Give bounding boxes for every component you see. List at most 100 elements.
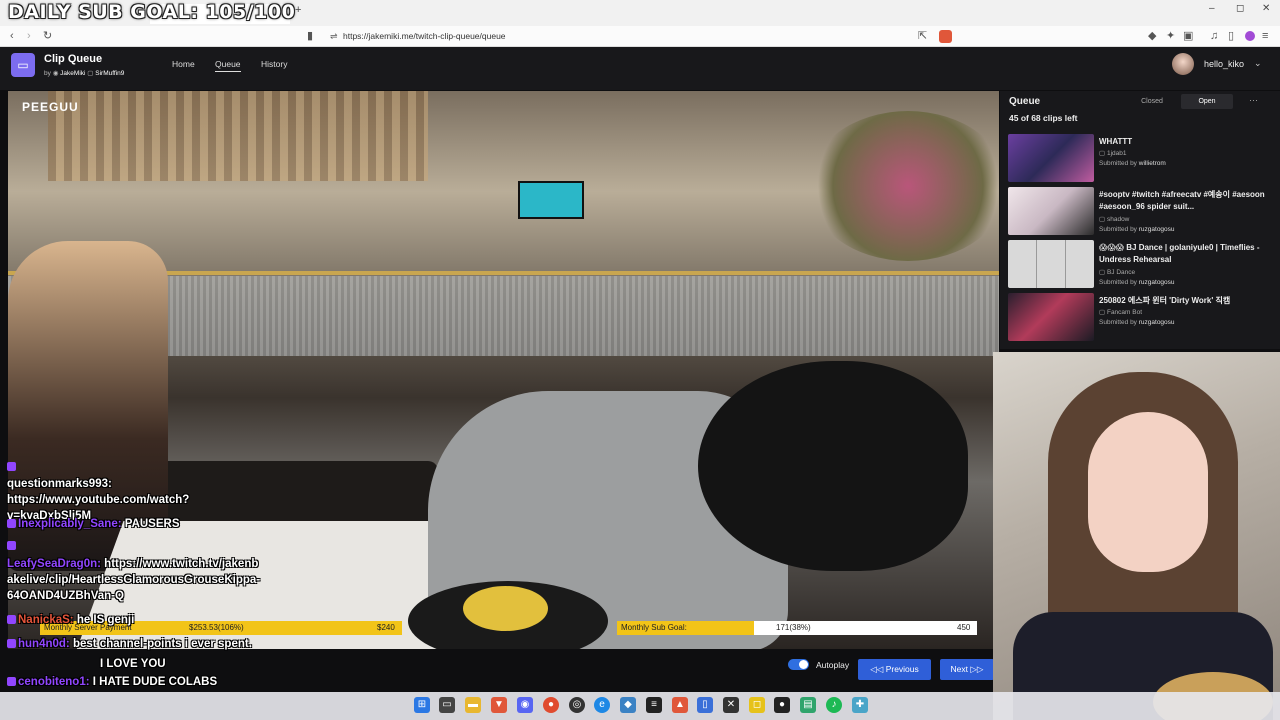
obs-icon[interactable]: ◎ bbox=[569, 697, 585, 713]
brave-icon[interactable]: ▲ bbox=[672, 697, 688, 713]
chat-username: LeafySeaDrag0n: bbox=[7, 558, 101, 570]
extensions-puzzle-icon[interactable]: ✦ bbox=[1166, 26, 1175, 47]
brave-browser-icon[interactable]: ▼ bbox=[491, 697, 507, 713]
app-icon[interactable]: ✕ bbox=[723, 697, 739, 713]
author-link[interactable]: JakeMiki bbox=[60, 70, 85, 77]
queue-item[interactable]: #sooptv #twitch #afreecatv #예송이 #aesoon … bbox=[1008, 187, 1270, 237]
chat-message: LeafySeaDrag0n: https://www.twitch.tv/ja… bbox=[7, 556, 262, 604]
queue-item[interactable]: 😱😱😱 BJ Dance | golaniyule0 | Timeflies -… bbox=[1008, 240, 1270, 290]
app-icon[interactable]: ◆ bbox=[620, 697, 636, 713]
sub-goal-label: Monthly Sub Goal: bbox=[621, 623, 687, 632]
more-options-icon[interactable]: ··· bbox=[1249, 95, 1258, 105]
minimize-button[interactable]: – bbox=[1209, 3, 1215, 14]
queue-item[interactable]: WHATTT ▢ 1jdab1 Submitted by willietrom bbox=[1008, 134, 1270, 184]
clip-title: 250802 에스파 윈터 'Dirty Work' 직캠 bbox=[1099, 296, 1231, 305]
author-link[interactable]: SirMuffin9 bbox=[95, 70, 124, 77]
nav-queue[interactable]: Queue bbox=[215, 59, 241, 72]
channel-icon: ▢ bbox=[1099, 216, 1106, 223]
previous-button[interactable]: ◁◁ Previous bbox=[858, 659, 931, 680]
app-icon[interactable]: ● bbox=[774, 697, 790, 713]
extension-icon[interactable]: ◆ bbox=[1148, 26, 1156, 47]
chat-message: hun4n0d: best channel-points i ever spen… bbox=[7, 636, 262, 652]
music-icon[interactable]: ♫ bbox=[1210, 26, 1218, 47]
nav-history[interactable]: History bbox=[261, 59, 287, 69]
submitter-name: ruzgatogosu bbox=[1138, 319, 1175, 326]
chat-message: I LOVE YOU bbox=[100, 656, 355, 672]
twitch-badge-icon bbox=[7, 462, 16, 472]
clips-left-count: 45 of 68 clips left bbox=[1009, 113, 1078, 123]
streamer-facecam bbox=[993, 352, 1280, 720]
discord-icon[interactable]: ◉ bbox=[517, 697, 533, 713]
twitch-badge-icon bbox=[7, 615, 16, 625]
clip-channel: ▢ 1jdab1 bbox=[1099, 149, 1127, 157]
file-explorer-icon[interactable]: ▬ bbox=[465, 697, 481, 713]
app-icon[interactable]: ✚ bbox=[852, 697, 868, 713]
next-label: Next bbox=[950, 664, 969, 674]
submitter-name: willietrom bbox=[1138, 160, 1166, 167]
chat-message: Inexplicably_Sane: PAUSERS bbox=[7, 516, 262, 532]
chat-message: NanickaS: he IS genji bbox=[7, 612, 262, 628]
clip-submitter: Submitted by willietrom bbox=[1099, 160, 1166, 167]
fast-forward-icon: ▷▷ bbox=[970, 664, 984, 674]
forward-arrow-icon[interactable]: › bbox=[27, 26, 31, 47]
clip-channel: ▢ Fancam Bot bbox=[1099, 308, 1142, 316]
queue-item[interactable]: 250802 에스파 윈터 'Dirty Work' 직캠 ▢ Fancam B… bbox=[1008, 293, 1270, 343]
channel-icon: ▢ bbox=[1099, 269, 1106, 276]
rewind-icon: ◁◁ bbox=[870, 664, 884, 674]
rice bbox=[463, 586, 548, 631]
queue-closed-button[interactable]: Closed bbox=[1134, 94, 1170, 109]
submitted-by-label: Submitted by bbox=[1099, 160, 1137, 167]
menu-icon[interactable]: ≡ bbox=[1262, 26, 1268, 47]
reload-icon[interactable]: ↻ bbox=[43, 26, 52, 47]
back-arrow-icon[interactable]: ‹ bbox=[10, 26, 14, 47]
facecam-face bbox=[1088, 412, 1208, 572]
chat-username: NanickaS: bbox=[18, 614, 74, 626]
clip-queue-logo-icon[interactable]: ▭ bbox=[11, 53, 35, 77]
screenshot-icon[interactable]: ▣ bbox=[1183, 26, 1193, 47]
new-tab-button[interactable]: + bbox=[295, 4, 301, 16]
clip-thumbnail bbox=[1008, 187, 1094, 235]
sidebar-icon[interactable]: ▯ bbox=[1228, 26, 1234, 47]
daily-sub-goal-overlay: DAILY SUB GOAL: 105/100 bbox=[8, 1, 296, 23]
spotify-icon[interactable]: ♪ bbox=[826, 697, 842, 713]
brave-shield-icon[interactable] bbox=[939, 30, 952, 43]
username-menu[interactable]: hello_kiko bbox=[1204, 59, 1244, 69]
chat-username: questionmarks993: bbox=[7, 478, 112, 490]
chrome-icon[interactable]: ● bbox=[543, 697, 559, 713]
site-info-icon[interactable]: ⇌ bbox=[330, 26, 338, 47]
autoplay-label: Autoplay bbox=[816, 660, 850, 670]
ceiling-slats bbox=[48, 91, 428, 181]
close-window-button[interactable]: ✕ bbox=[1262, 3, 1270, 14]
avatar[interactable] bbox=[1172, 53, 1194, 75]
address-bar bbox=[0, 26, 1280, 47]
profile-icon[interactable] bbox=[1245, 31, 1255, 41]
next-button[interactable]: Next ▷▷ bbox=[940, 659, 994, 680]
chat-text: PAUSERS bbox=[124, 518, 180, 530]
windows-taskbar bbox=[0, 692, 1280, 720]
app-icon[interactable]: ▤ bbox=[800, 697, 816, 713]
channel-icon: ▢ bbox=[1099, 150, 1106, 157]
app-icon[interactable]: ≡ bbox=[646, 697, 662, 713]
start-icon[interactable]: ⊞ bbox=[414, 697, 430, 713]
twitch-badge-icon bbox=[7, 677, 16, 687]
sub-goal-target: 450 bbox=[957, 623, 971, 632]
chat-message: cenobiteno1: I HATE DUDE COLABS bbox=[7, 674, 262, 690]
nav-home[interactable]: Home bbox=[172, 59, 195, 69]
channel-name: BJ Dance bbox=[1106, 269, 1136, 276]
app-icon[interactable]: ◻ bbox=[749, 697, 765, 713]
url-text[interactable]: https://jakemiki.me/twitch-clip-queue/qu… bbox=[343, 26, 506, 47]
share-icon[interactable]: ⇱ bbox=[918, 26, 927, 47]
task-view-icon[interactable]: ▭ bbox=[439, 697, 455, 713]
maximize-button[interactable]: ◻ bbox=[1236, 3, 1244, 14]
clip-channel: ▢ shadow bbox=[1099, 215, 1129, 223]
app-byline: by ◉ JakeMiki ▢ SirMuffin9 bbox=[44, 69, 124, 77]
chat-username: hun4n0d: bbox=[18, 638, 70, 650]
bookmark-icon[interactable]: ▮ bbox=[307, 26, 313, 47]
edge-icon[interactable]: e bbox=[594, 697, 610, 713]
queue-open-button[interactable]: Open bbox=[1181, 94, 1233, 109]
autoplay-toggle-knob[interactable] bbox=[799, 660, 808, 669]
app-title: Clip Queue bbox=[44, 53, 103, 65]
app-icon[interactable]: ▯ bbox=[697, 697, 713, 713]
channel-icon: ▢ bbox=[1099, 309, 1106, 316]
chevron-down-icon[interactable]: ⌄ bbox=[1254, 58, 1262, 69]
